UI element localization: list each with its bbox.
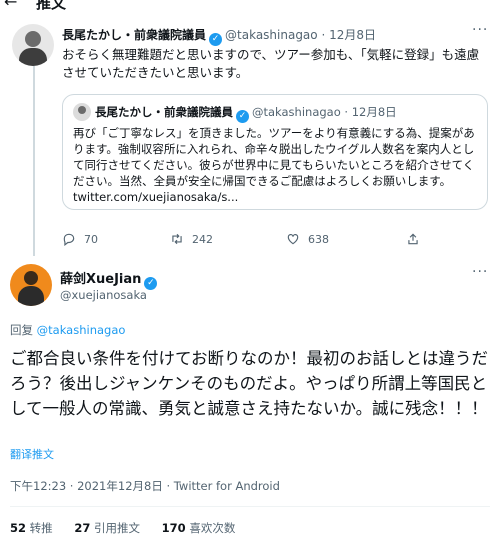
verified-badge-icon: ✓ (236, 110, 249, 123)
avatar[interactable] (10, 264, 52, 306)
parent-tweet-header: 長尾たかし・前衆議院議員 ✓ @takashinagao · 12月8日 (62, 26, 376, 46)
thread-connector (33, 64, 35, 256)
avatar (73, 103, 91, 121)
like-icon (287, 234, 299, 245)
author-name[interactable]: 長尾たかし・前衆議院議員 (62, 28, 206, 42)
reply-to-line: 回复 @takashinagao (10, 322, 125, 338)
more-icon[interactable]: ··· (472, 264, 488, 280)
retweet-count: 242 (192, 232, 213, 246)
retweet-icon (172, 233, 182, 245)
quoted-tweet-text: 再び「ご丁寧なレス」を頂きました。ツアーをより有意義にする為、提案があります。強… (73, 126, 475, 204)
retweets-stat[interactable]: 52 转推 (10, 521, 53, 535)
avatar[interactable] (12, 24, 54, 66)
top-bar: ← 推文 (0, 0, 500, 16)
quotes-count: 27 (74, 521, 91, 535)
author-handle[interactable]: @takashinagao (225, 28, 318, 42)
main-author-name-row: 薛剑XueJian ✓ (60, 268, 160, 290)
likes-count: 170 (161, 521, 186, 535)
reply-button[interactable]: 70 (62, 232, 98, 246)
quotes-label: 引用推文 (94, 521, 140, 535)
tweet-date: 12月8日 (351, 105, 397, 119)
main-tweet-text: ご都合良い条件を付けてお断りなのか！最初のお話しとは違うだろう？後出しジャンケン… (10, 349, 489, 418)
reply-to-link[interactable]: @takashinagao (37, 323, 126, 337)
tweet-stats: 52 转推 27 引用推文 170 喜欢次数 (10, 520, 253, 536)
author-handle: @takashinagao (252, 105, 341, 119)
like-count: 638 (308, 232, 329, 246)
separator: · (344, 105, 349, 119)
divider (10, 506, 490, 507)
share-button[interactable] (406, 232, 420, 246)
back-arrow-icon[interactable]: ← (4, 0, 17, 11)
parent-tweet-text: おそらく無理難題だと思いますので、ツアー参加も、「気軽に登録」も遠慮させていただ… (62, 47, 480, 80)
reply-prefix: 回复 (10, 323, 33, 337)
quoted-tweet-card[interactable]: 長尾たかし・前衆議院議員 ✓ @takashinagao · 12月8日 再び「ご丁… (62, 94, 488, 210)
author-name[interactable]: 薛剑XueJian (60, 272, 141, 287)
author-name: 長尾たかし・前衆議院議員 (95, 105, 233, 119)
reply-icon (63, 233, 75, 246)
verified-badge-icon: ✓ (209, 33, 223, 46)
likes-label: 喜欢次数 (189, 521, 236, 535)
reply-count: 70 (84, 232, 98, 246)
retweet-button[interactable]: 242 (170, 232, 213, 246)
tweet-timestamp[interactable]: 下午12:23 · 2021年12月8日 · Twitter for Andro… (10, 478, 280, 494)
author-handle[interactable]: @xuejianosaka (60, 288, 147, 302)
retweets-count: 52 (10, 521, 27, 535)
more-icon[interactable]: ··· (472, 22, 488, 38)
translate-link[interactable]: 翻译推文 (10, 446, 54, 462)
retweets-label: 转推 (29, 521, 53, 535)
quotes-stat[interactable]: 27 引用推文 (74, 521, 140, 535)
like-button[interactable]: 638 (286, 232, 329, 246)
tweet-date[interactable]: 12月8日 (329, 28, 376, 42)
separator: · (321, 28, 326, 42)
quoted-tweet-header: 長尾たかし・前衆議院議員 ✓ @takashinagao · 12月8日 (95, 104, 397, 123)
page-title: 推文 (36, 0, 67, 12)
tweet-actions: 70 242 638 (62, 232, 482, 250)
likes-stat[interactable]: 170 喜欢次数 (162, 521, 236, 535)
share-icon (408, 233, 418, 245)
